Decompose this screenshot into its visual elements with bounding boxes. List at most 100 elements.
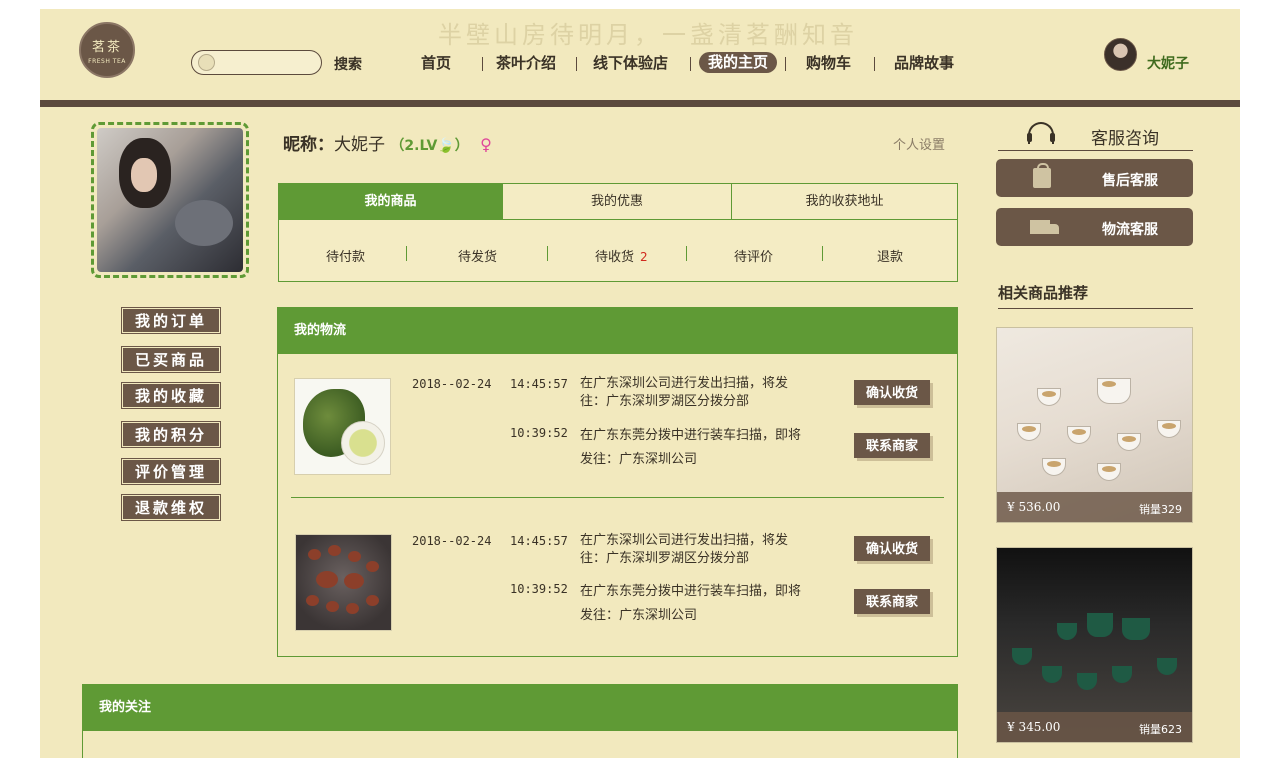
user-level: （2.LV🍃） (390, 138, 469, 154)
confirm-receipt-button[interactable]: 确认收货 (854, 536, 930, 561)
user-name[interactable]: 大妮子 (1147, 53, 1189, 73)
logistics-divider (291, 497, 944, 498)
sidebar-item-reviews[interactable]: 评价管理 (121, 458, 221, 485)
tab-my-coupons[interactable]: 我的优惠 (503, 184, 732, 220)
status-pending-receipt[interactable]: 待收货 2 (595, 246, 648, 265)
tab-my-addresses[interactable]: 我的收获地址 (732, 184, 957, 220)
tea-set-piece (328, 545, 341, 556)
recommended-product-card[interactable]: ¥ 536.00 销量329 (996, 327, 1193, 523)
nav-divider (576, 57, 577, 71)
follow-title: 我的关注 (83, 685, 957, 731)
shopping-bag-icon (1033, 163, 1051, 188)
search-box (191, 50, 322, 75)
teacup-image (1017, 423, 1041, 441)
logo[interactable]: 茗茶 FRESH TEA (79, 22, 135, 78)
logistics-time: 14:45:57 (510, 534, 568, 548)
logistics-event-text: 在广东东莞分拨中进行装车扫描，即将发往：广东深圳公司 (580, 584, 802, 623)
recommended-product-card[interactable]: ¥ 345.00 销量623 (996, 547, 1193, 743)
logistics-service-button[interactable]: 物流客服 (996, 208, 1193, 246)
logistics-event-text: 在广东深圳公司进行发出扫描，将发往：广东深圳罗湖区分拨分部 (580, 376, 789, 409)
product-thumbnail-tea-leaves[interactable] (294, 378, 391, 475)
follow-panel: 我的关注 (82, 684, 958, 758)
recommendations-title: 相关商品推荐 (998, 284, 1089, 302)
status-pending-receipt-label: 待收货 (595, 250, 635, 265)
product-sales: 销量623 (1139, 723, 1182, 736)
logistics-title: 我的物流 (278, 308, 957, 354)
logistics-time: 14:45:57 (510, 377, 568, 391)
pending-receipt-count-badge: 2 (640, 250, 648, 264)
nav-divider (690, 57, 691, 71)
sidebar-item-refunds[interactable]: 退款维权 (121, 494, 221, 521)
after-sales-service-label: 售后客服 (1102, 173, 1158, 189)
teacup-image (1067, 426, 1091, 444)
search-input[interactable] (220, 54, 315, 72)
nav-home[interactable]: 首页 (421, 52, 451, 73)
header: 半壁山房待明月，一盏清茗酬知音 茗茶 FRESH TEA 搜索 首页 茶叶介绍 … (40, 9, 1240, 100)
page: 半壁山房待明月，一盏清茗酬知音 茗茶 FRESH TEA 搜索 首页 茶叶介绍 … (40, 9, 1240, 758)
search-button[interactable]: 搜索 (334, 54, 362, 74)
tab-my-products[interactable]: 我的商品 (279, 184, 503, 220)
sidebar-item-my-orders[interactable]: 我的订单 (121, 307, 221, 334)
sidebar-item-points[interactable]: 我的积分 (121, 421, 221, 448)
nav-tea-intro[interactable]: 茶叶介绍 (496, 52, 556, 73)
status-pending-shipment[interactable]: 待发货 (458, 246, 497, 265)
green-cup-image (1057, 623, 1077, 640)
teacup-image (1157, 420, 1181, 438)
product-thumbnail-tea-set[interactable] (295, 534, 392, 631)
status-divider (686, 246, 687, 261)
nav-cart[interactable]: 购物车 (806, 52, 851, 73)
green-cup-image (1157, 658, 1177, 675)
logo-subtext: FRESH TEA (88, 58, 126, 65)
products-tabs-panel: 我的商品 我的优惠 我的收获地址 待付款 待发货 待收货 2 待评价 退款 (278, 183, 958, 282)
green-teapot-image (1122, 618, 1150, 640)
logistics-time: 10:39:52 (510, 426, 568, 440)
nav-divider (482, 57, 483, 71)
personal-settings-link[interactable]: 个人设置 (893, 134, 945, 153)
tea-set-piece (308, 549, 321, 560)
profile-photo[interactable] (91, 122, 249, 278)
green-teapot-image (1087, 613, 1113, 637)
slogan: 半壁山房待明月，一盏清茗酬知音 (438, 21, 858, 49)
logistics-date: 2018--02-24 (412, 534, 492, 548)
headset-icon (1027, 122, 1055, 144)
product-price: ¥ 536.00 (1007, 500, 1061, 514)
cat-illustration (175, 200, 233, 246)
logo-text: 茗茶 (91, 40, 122, 55)
status-pending-payment[interactable]: 待付款 (326, 246, 365, 265)
teacup-image (1037, 388, 1061, 406)
nav-brand-story[interactable]: 品牌故事 (894, 52, 954, 73)
logistics-service-label: 物流客服 (1102, 222, 1158, 238)
tea-set-piece (366, 561, 379, 572)
confirm-receipt-button[interactable]: 确认收货 (854, 380, 930, 405)
status-divider (547, 246, 548, 261)
recommendations-header: 相关商品推荐 (998, 279, 1193, 309)
nickname-value: 大妮子 (334, 135, 385, 155)
after-sales-service-button[interactable]: 售后客服 (996, 159, 1193, 197)
teacup-image (1117, 433, 1141, 451)
nav-my-home[interactable]: 我的主页 (699, 52, 777, 73)
tea-cup-image (341, 421, 385, 465)
green-cup-image (1012, 648, 1032, 665)
header-divider (40, 100, 1240, 107)
tea-set-piece (326, 601, 339, 612)
user-avatar[interactable] (1104, 38, 1137, 71)
tea-set-piece (366, 595, 379, 606)
tea-set-piece (344, 573, 364, 589)
order-status-row: 待付款 待发货 待收货 2 待评价 退款 (279, 220, 957, 282)
contact-seller-button[interactable]: 联系商家 (854, 589, 930, 614)
teapot-image (1097, 378, 1131, 404)
contact-seller-button[interactable]: 联系商家 (854, 433, 930, 458)
status-pending-review[interactable]: 待评价 (734, 246, 773, 265)
tea-set-piece (306, 595, 319, 606)
profile-nickname-line: 昵称：大妮子 （2.LV🍃） ♀ (283, 130, 492, 155)
female-icon: ♀ (480, 135, 492, 154)
sidebar-item-favorites[interactable]: 我的收藏 (121, 382, 221, 409)
logistics-event-text: 在广东东莞分拨中进行装车扫描，即将发往：广东深圳公司 (580, 428, 802, 467)
nav-offline-store[interactable]: 线下体验店 (593, 52, 668, 73)
truck-icon (1030, 220, 1059, 234)
teacup-image (1042, 458, 1066, 476)
sidebar-item-purchased[interactable]: 已买商品 (121, 346, 221, 373)
status-refund[interactable]: 退款 (877, 246, 903, 265)
status-divider (822, 246, 823, 261)
status-divider (406, 246, 407, 261)
